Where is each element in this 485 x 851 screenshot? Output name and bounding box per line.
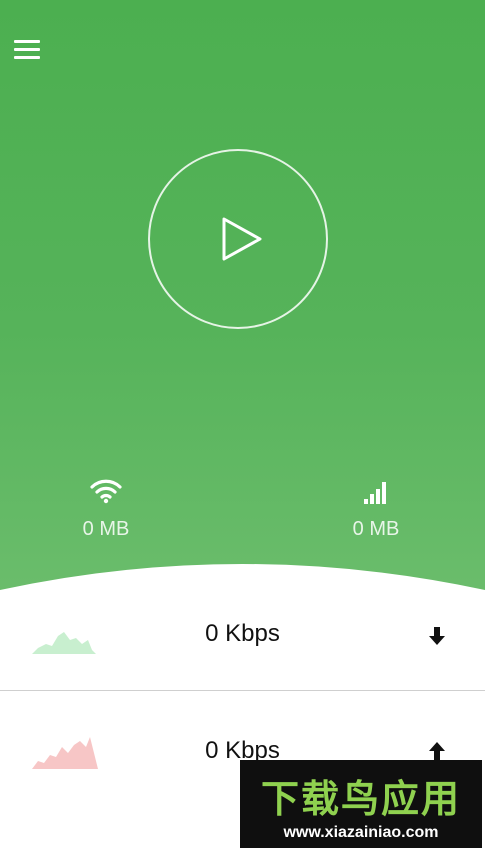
download-row: 0 Kbps (0, 590, 485, 690)
cellular-signal-icon (364, 482, 386, 504)
wifi-usage-value: 0 MB (82, 518, 130, 540)
watermark-title: 下载鸟应用 (260, 777, 461, 821)
hero-panel: 0 MB 0 MB (0, 0, 485, 600)
upload-arrow-icon (429, 742, 445, 760)
hamburger-menu-icon[interactable] (14, 40, 42, 60)
download-speed: 0 Kbps (205, 620, 280, 647)
wifi-icon (90, 479, 122, 504)
start-test-button[interactable] (148, 149, 328, 329)
download-arrow-icon (429, 627, 445, 645)
play-icon (222, 217, 262, 261)
watermark-logo: 下载鸟应用 www.xiazainiao.com (240, 760, 482, 848)
watermark-url: www.xiazainiao.com (283, 824, 439, 841)
wifi-usage: 0 MB (46, 470, 166, 541)
cellular-usage-value: 0 MB (352, 518, 400, 540)
cellular-usage: 0 MB (316, 470, 436, 541)
